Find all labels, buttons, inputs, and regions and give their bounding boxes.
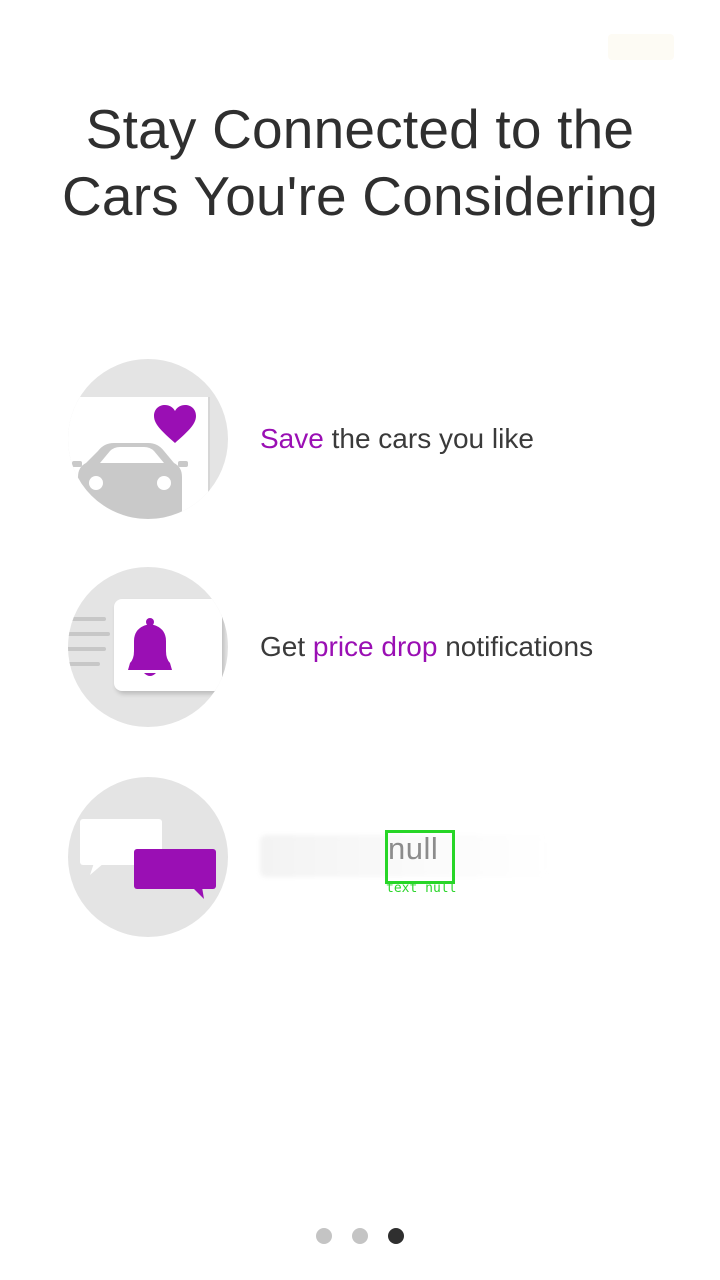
- bell-icon: [128, 618, 172, 676]
- car-illustration: [72, 405, 196, 519]
- page-title: Stay Connected to the Cars You're Consid…: [0, 96, 720, 230]
- feature-messaging: null text null: [68, 777, 688, 937]
- onboarding-screen: Stay Connected to the Cars You're Consid…: [0, 0, 720, 1280]
- feature-price-drop: Get price drop notifications: [68, 567, 688, 727]
- skip-button[interactable]: [608, 34, 674, 60]
- heart-icon: [154, 405, 196, 443]
- title-line-1: Stay Connected to the: [85, 98, 635, 160]
- chat-illustration: [80, 819, 216, 899]
- feature-1-accent: Save: [260, 423, 324, 454]
- feature-1-text: Save the cars you like: [260, 359, 534, 519]
- page-dot-3[interactable]: [388, 1228, 404, 1244]
- feature-save-cars: Save the cars you like: [68, 359, 688, 519]
- feature-2-prefix: Get: [260, 631, 313, 662]
- feature-2-suffix: notifications: [437, 631, 594, 662]
- feature-2-accent: price drop: [312, 631, 438, 662]
- car-heart-icon: [68, 359, 228, 519]
- page-dot-1[interactable]: [316, 1228, 332, 1244]
- chat-bubbles-icon: [68, 777, 228, 937]
- debug-label: text null: [386, 881, 457, 896]
- page-dot-2[interactable]: [352, 1228, 368, 1244]
- feature-1-rest: the cars you like: [323, 423, 534, 454]
- page-indicator: [0, 1228, 720, 1244]
- title-line-2: Cars You're Considering: [61, 165, 658, 227]
- bell-notification-icon: [68, 567, 228, 727]
- feature-2-text: Get price drop notifications: [260, 567, 593, 727]
- debug-bounding-box: [385, 830, 455, 884]
